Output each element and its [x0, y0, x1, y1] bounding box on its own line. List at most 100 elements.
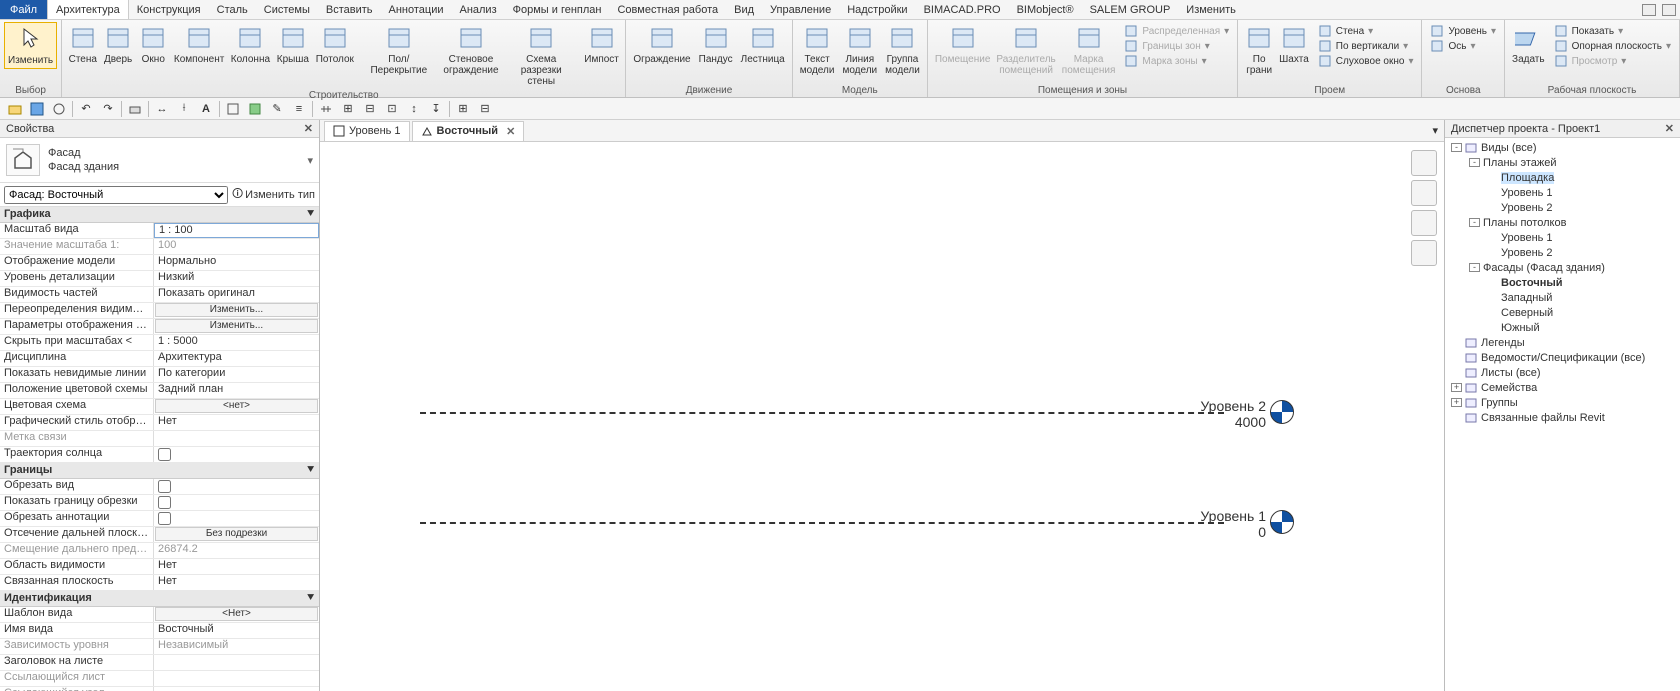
open-small-1[interactable]: По вертикали ▾: [1318, 39, 1414, 53]
property-value[interactable]: Нормально: [154, 255, 319, 270]
edit-type-button[interactable]: 🛈 Изменить тип: [232, 185, 315, 204]
qat-undo-icon[interactable]: ↶: [77, 100, 95, 118]
tree-node[interactable]: Уровень 2: [1447, 245, 1678, 260]
window-help-icon[interactable]: [1662, 4, 1676, 16]
view-tab[interactable]: Уровень 1: [324, 121, 410, 141]
menu-tab[interactable]: SALEM GROUP: [1082, 0, 1179, 19]
build-9-button[interactable]: Схема разрезки стены: [503, 22, 580, 89]
property-row[interactable]: Отсечение дальней плоскостиБез подрезки: [0, 527, 319, 543]
property-value[interactable]: Нет: [154, 415, 319, 430]
property-value[interactable]: [154, 511, 319, 526]
property-row[interactable]: Имя видаВосточный: [0, 623, 319, 639]
type-selector[interactable]: Фасад Фасад здания ▾: [0, 138, 319, 183]
tree-node[interactable]: -Планы этажей: [1447, 155, 1678, 170]
move-2-button[interactable]: Лестница: [738, 22, 788, 67]
model-0-button[interactable]: Текст модели: [797, 22, 838, 78]
menu-tab[interactable]: Управление: [762, 0, 839, 19]
property-checkbox[interactable]: [158, 480, 171, 493]
property-row[interactable]: Показать невидимые линииПо категории: [0, 367, 319, 383]
menu-tab[interactable]: Сталь: [209, 0, 256, 19]
tree-node[interactable]: Ведомости/Спецификации (все): [1447, 350, 1678, 365]
build-6-button[interactable]: Потолок: [313, 22, 356, 67]
property-row[interactable]: Заголовок на листе: [0, 655, 319, 671]
nav-home-icon[interactable]: [1411, 150, 1437, 176]
nav-orbit-icon[interactable]: [1411, 240, 1437, 266]
menu-tab[interactable]: Анализ: [451, 0, 504, 19]
property-value[interactable]: [154, 447, 319, 462]
property-value[interactable]: [154, 495, 319, 510]
open-small-2[interactable]: Слуховое окно ▾: [1318, 54, 1414, 68]
property-row[interactable]: Область видимостиНет: [0, 559, 319, 575]
qat-tool12-icon[interactable]: ⊟: [476, 100, 494, 118]
menu-file[interactable]: Файл: [0, 0, 47, 19]
qat-print-icon[interactable]: [126, 100, 144, 118]
tree-node[interactable]: Западный: [1447, 290, 1678, 305]
qat-redo-icon[interactable]: ↷: [99, 100, 117, 118]
menu-tab[interactable]: Вид: [726, 0, 762, 19]
qat-tool10-icon[interactable]: ↧: [427, 100, 445, 118]
build-7-button[interactable]: Пол/Перекрытие: [358, 22, 439, 78]
qat-tool4-icon[interactable]: ≡: [290, 100, 308, 118]
tab-close-icon[interactable]: ✕: [506, 125, 515, 138]
menu-tab[interactable]: Конструкция: [129, 0, 209, 19]
tree-expander-icon[interactable]: -: [1451, 143, 1462, 152]
nav-pan-icon[interactable]: [1411, 210, 1437, 236]
qat-measure-icon[interactable]: ↔: [153, 100, 171, 118]
move-0-button[interactable]: Ограждение: [630, 22, 693, 67]
menu-tab[interactable]: BIMACAD.PRO: [916, 0, 1009, 19]
menu-tab[interactable]: BIMobject®: [1009, 0, 1082, 19]
build-10-button[interactable]: Импост: [582, 22, 621, 67]
property-value[interactable]: Архитектура: [154, 351, 319, 366]
qat-tool1-icon[interactable]: [224, 100, 242, 118]
property-value[interactable]: Изменить...: [155, 319, 318, 333]
property-row[interactable]: Обрезать аннотации: [0, 511, 319, 527]
work-small-1[interactable]: Опорная плоскость ▾: [1554, 39, 1671, 53]
property-value[interactable]: 1 : 100: [154, 223, 319, 238]
view-tab-options[interactable]: ▾: [1426, 124, 1444, 137]
qat-tool8-icon[interactable]: ⊡: [383, 100, 401, 118]
build-1-button[interactable]: Дверь: [101, 22, 134, 67]
property-row[interactable]: Масштаб вида1 : 100: [0, 223, 319, 239]
property-row[interactable]: Графический стиль отображени...Нет: [0, 415, 319, 431]
datum-1[interactable]: Ось ▾: [1430, 39, 1496, 53]
property-checkbox[interactable]: [158, 512, 171, 525]
level-1-marker-icon[interactable]: [1270, 510, 1294, 534]
property-category[interactable]: Идентификация⯆: [0, 591, 319, 607]
level-1-line[interactable]: [420, 522, 1224, 524]
close-icon[interactable]: ✕: [304, 122, 313, 135]
menu-tab[interactable]: Системы: [256, 0, 318, 19]
work-small-0[interactable]: Показать ▾: [1554, 24, 1671, 38]
tree-node[interactable]: Связанные файлы Revit: [1447, 410, 1678, 425]
property-row[interactable]: Отображение моделиНормально: [0, 255, 319, 271]
qat-open-icon[interactable]: [6, 100, 24, 118]
qat-sync-icon[interactable]: [50, 100, 68, 118]
property-value[interactable]: По категории: [154, 367, 319, 382]
tree-node[interactable]: Южный: [1447, 320, 1678, 335]
property-row[interactable]: Переопределения видимости/гр...Изменить.…: [0, 303, 319, 319]
modify-button[interactable]: Изменить: [4, 22, 57, 69]
tree-node[interactable]: Уровень 1: [1447, 185, 1678, 200]
property-value[interactable]: Восточный: [154, 623, 319, 638]
tree-node[interactable]: Легенды: [1447, 335, 1678, 350]
build-2-button[interactable]: Окно: [137, 22, 170, 67]
qat-tool2-icon[interactable]: [246, 100, 264, 118]
model-1-button[interactable]: Линия модели: [839, 22, 880, 78]
open-1-button[interactable]: Шахта: [1276, 22, 1312, 78]
nav-zoom-icon[interactable]: [1411, 180, 1437, 206]
open-small-0[interactable]: Стена ▾: [1318, 24, 1414, 38]
tree-node[interactable]: Уровень 2: [1447, 200, 1678, 215]
tree-node[interactable]: Листы (все): [1447, 365, 1678, 380]
qat-text-icon[interactable]: A: [197, 100, 215, 118]
property-row[interactable]: Параметры отображения графикиИзменить...: [0, 319, 319, 335]
property-row[interactable]: Видимость частейПоказать оригинал: [0, 287, 319, 303]
qat-tool9-icon[interactable]: ↕: [405, 100, 423, 118]
open-0-button[interactable]: По грани: [1242, 22, 1276, 78]
tree-node[interactable]: Восточный: [1447, 275, 1678, 290]
drawing-canvas[interactable]: Уровень 2 4000 Уровень 1 0: [320, 142, 1444, 691]
property-row[interactable]: Показать границу обрезки: [0, 495, 319, 511]
view-tab[interactable]: Восточный✕: [412, 121, 525, 141]
build-5-button[interactable]: Крыша: [274, 22, 311, 67]
tree-node[interactable]: Северный: [1447, 305, 1678, 320]
property-row[interactable]: Связанная плоскостьНет: [0, 575, 319, 591]
qat-tool5-icon[interactable]: [317, 100, 335, 118]
